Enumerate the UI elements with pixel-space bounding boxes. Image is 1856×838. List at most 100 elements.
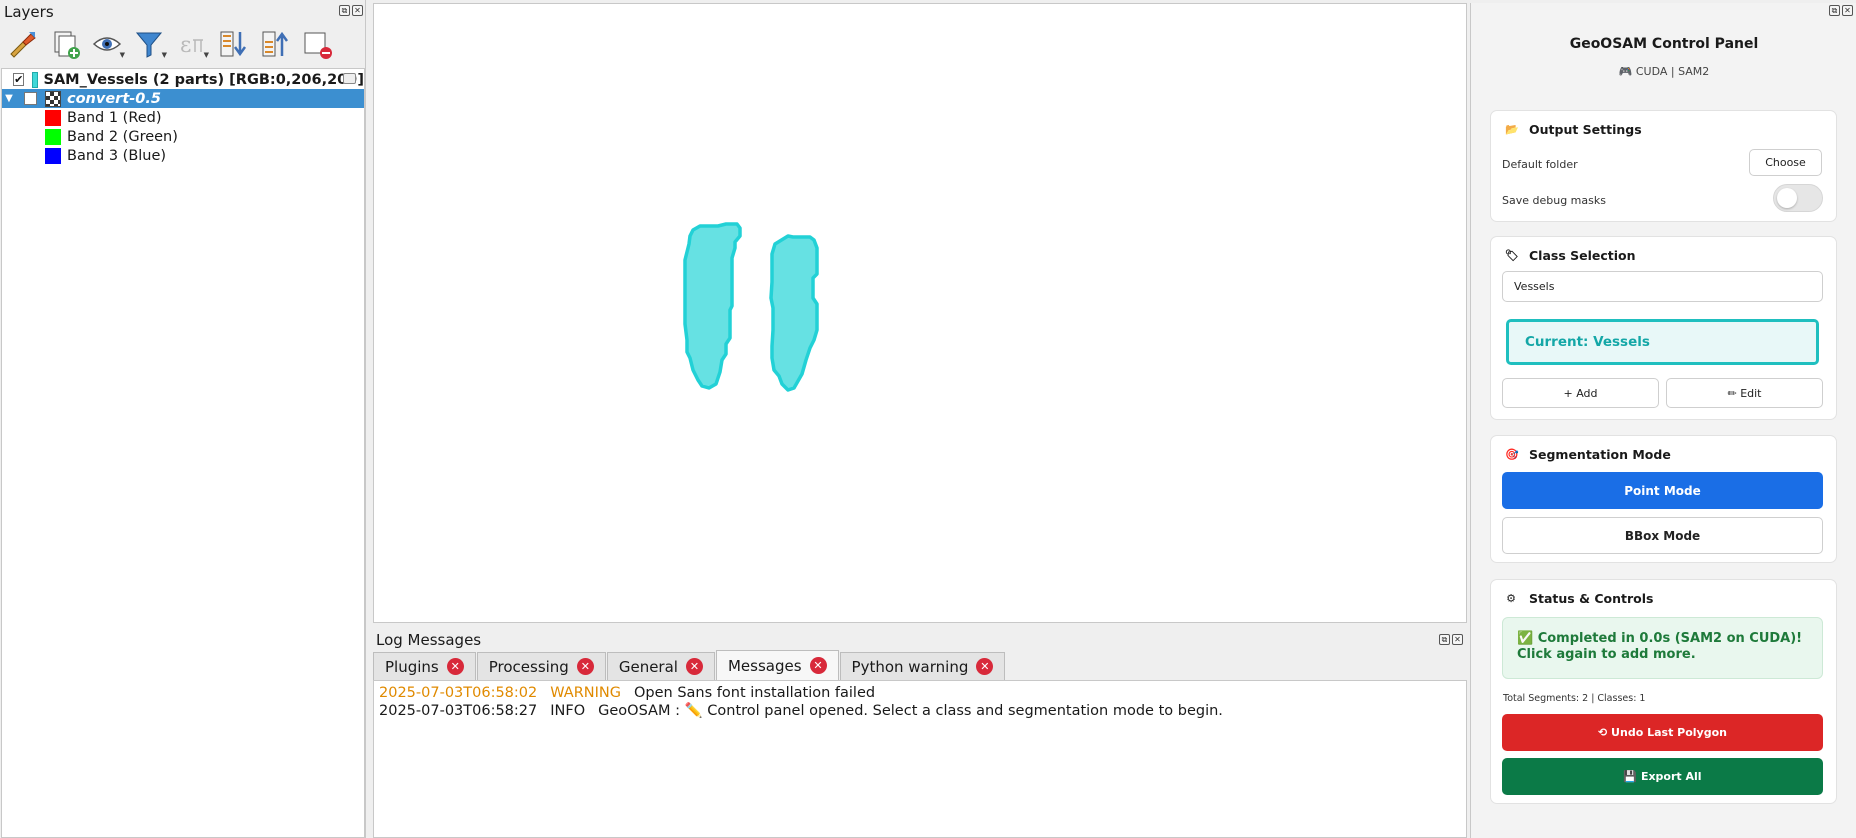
debug-masks-toggle[interactable] [1773,184,1823,212]
close-tab-icon[interactable]: ✕ [576,658,594,675]
tab-label: Python warning [851,657,969,676]
layer-name: convert-0.5 [67,90,161,107]
band-row-blue: Band 3 (Blue) [2,146,364,165]
class-select[interactable]: Vessels [1502,271,1823,302]
status-message: ✅ Completed in 0.0s (SAM2 on CUDA)! Clic… [1502,617,1823,679]
vessel-polygon-1[interactable] [683,222,742,390]
collapse-all-icon[interactable] [256,25,294,63]
export-all-button[interactable]: 💾 Export All [1502,758,1823,795]
layers-panel-title: Layers [4,3,54,21]
float-panel-icon[interactable]: ⧉ [1439,634,1450,645]
log-level: INFO [550,702,586,719]
close-tab-icon[interactable]: ✕ [685,658,703,675]
band-color-swatch [45,147,61,164]
band-label: Band 2 (Green) [67,128,178,145]
log-message: GeoOSAM : ✏️ Control panel opened. Selec… [598,702,1223,719]
close-tab-icon[interactable]: ✕ [446,658,464,675]
band-row-green: Band 2 (Green) [2,127,364,146]
card-title: Status & Controls [1529,591,1654,606]
log-line: 2025-07-03T06:58:02 WARNING Open Sans font… [379,685,1461,703]
close-tab-icon[interactable]: ✕ [809,657,827,674]
svg-text:ε: ε [180,33,191,58]
close-panel-icon[interactable]: ✕ [1842,5,1853,16]
tab-label: General [618,657,678,676]
point-mode-button[interactable]: Point Mode [1502,472,1823,509]
remove-layer-icon[interactable] [298,25,336,63]
tab-label: Processing [488,657,569,676]
add-group-icon[interactable] [46,25,84,63]
visibility-eye-icon[interactable]: ▼ [88,25,126,63]
layer-name: SAM_Vessels (2 parts) [RGB:0,206,209] [43,71,364,88]
log-tab-bar: Plugins ✕ Processing ✕ General ✕ Messages ✕ … [373,650,1006,680]
filter-legend-icon[interactable]: ▼ [130,25,168,63]
map-render [683,222,819,392]
close-panel-icon[interactable]: ✕ [1452,634,1463,645]
log-level: WARNING [550,685,621,701]
device-info: 🎮 CUDA | SAM2 [1618,65,1710,78]
collapse-arrow-icon[interactable]: ▼ [2,93,16,104]
bbox-mode-button[interactable]: BBox Mode [1502,517,1823,554]
folder-icon: 📂 [1505,123,1519,136]
tab-label: Messages [727,656,802,675]
layers-panel: Layers ⧉ ✕ ▼ ▼ ε ▼ ✔ SAM_Vessels (2 part… [0,0,366,838]
float-panel-icon[interactable]: ⧉ [1829,5,1840,16]
tab-python-warning[interactable]: Python warning ✕ [839,652,1006,680]
band-label: Band 3 (Blue) [67,147,167,164]
edit-class-button[interactable]: ✏ Edit [1666,378,1823,408]
style-manager-icon[interactable] [4,25,42,63]
float-panel-icon[interactable]: ⧉ [339,5,350,16]
log-message-area[interactable]: 2025-07-03T06:58:02 WARNING Open Sans font… [373,680,1467,838]
log-dock-buttons: ⧉ ✕ [1439,634,1463,645]
layer-visibility-checkbox[interactable] [24,92,37,105]
close-tab-icon[interactable]: ✕ [976,658,994,675]
segmentation-mode-card: 🎯 Segmentation Mode Point Mode BBox Mode [1490,435,1837,563]
output-settings-card: 📂 Output Settings Default folder Choose S… [1490,110,1837,222]
map-canvas[interactable] [373,3,1467,623]
layers-dock-buttons: ⧉ ✕ [339,5,363,16]
status-controls-card: ⚙ Status & Controls ✅ Completed in 0.0s (… [1490,579,1837,804]
filter-expression-icon[interactable]: ε ▼ [172,25,210,63]
debug-masks-label: Save debug masks [1502,194,1606,207]
default-folder-label: Default folder [1502,158,1578,171]
tag-icon: 🏷 [1505,249,1519,262]
band-label: Band 1 (Red) [67,109,162,126]
geoosam-control-panel: ⧉ ✕ GeoOSAM Control Panel 🎮 CUDA | SAM2 … [1470,3,1856,838]
log-line: 2025-07-03T06:58:27 INFO GeoOSAM : ✏️ Cont… [379,703,1461,721]
band-row-red: Band 1 (Red) [2,108,364,127]
band-color-swatch [45,128,61,145]
geo-dock-buttons: ⧉ ✕ [1829,5,1853,16]
panel-title: GeoOSAM Control Panel [1569,36,1759,52]
segment-totals: Total Segments: 2 | Classes: 1 [1503,693,1646,704]
layer-tree: ✔ SAM_Vessels (2 parts) [RGB:0,206,209] … [1,68,365,838]
log-panel-title: Log Messages [376,631,482,649]
class-selection-card: 🏷 Class Selection Vessels Current: Vessel… [1490,236,1837,420]
vessel-polygon-2[interactable] [769,234,819,392]
choose-folder-button[interactable]: Choose [1749,149,1822,176]
layer-row-convert[interactable]: ▼ convert-0.5 [2,89,364,108]
log-timestamp: 2025-07-03T06:58:27 [379,702,538,719]
undo-polygon-button[interactable]: ⟲ Undo Last Polygon [1502,714,1823,751]
layers-toolbar: ▼ ▼ ε ▼ [4,24,336,64]
toggle-knob [1777,188,1797,208]
layer-row-sam-vessels[interactable]: ✔ SAM_Vessels (2 parts) [RGB:0,206,209] [2,70,364,89]
expand-all-icon[interactable] [214,25,252,63]
card-title: Segmentation Mode [1529,447,1671,462]
target-icon: 🎯 [1505,448,1519,461]
tab-general[interactable]: General ✕ [606,652,715,680]
tab-processing[interactable]: Processing ✕ [476,652,606,680]
layer-symbol-swatch [32,71,38,88]
raster-layer-icon [45,90,61,107]
add-class-button[interactable]: + Add [1502,378,1659,408]
card-title: Output Settings [1529,122,1642,137]
log-timestamp: 2025-07-03T06:58:02 [379,685,538,701]
layer-visibility-checkbox[interactable]: ✔ [13,73,25,86]
tab-label: Plugins [385,657,439,676]
card-title: Class Selection [1529,248,1636,263]
tab-plugins[interactable]: Plugins ✕ [373,652,476,680]
band-color-swatch [45,109,61,126]
gear-icon: ⚙ [1506,592,1516,605]
close-panel-icon[interactable]: ✕ [352,5,363,16]
layer-indicator-icon[interactable] [343,73,356,84]
tab-messages[interactable]: Messages ✕ [715,650,839,680]
current-class-display: Current: Vessels [1506,319,1819,365]
